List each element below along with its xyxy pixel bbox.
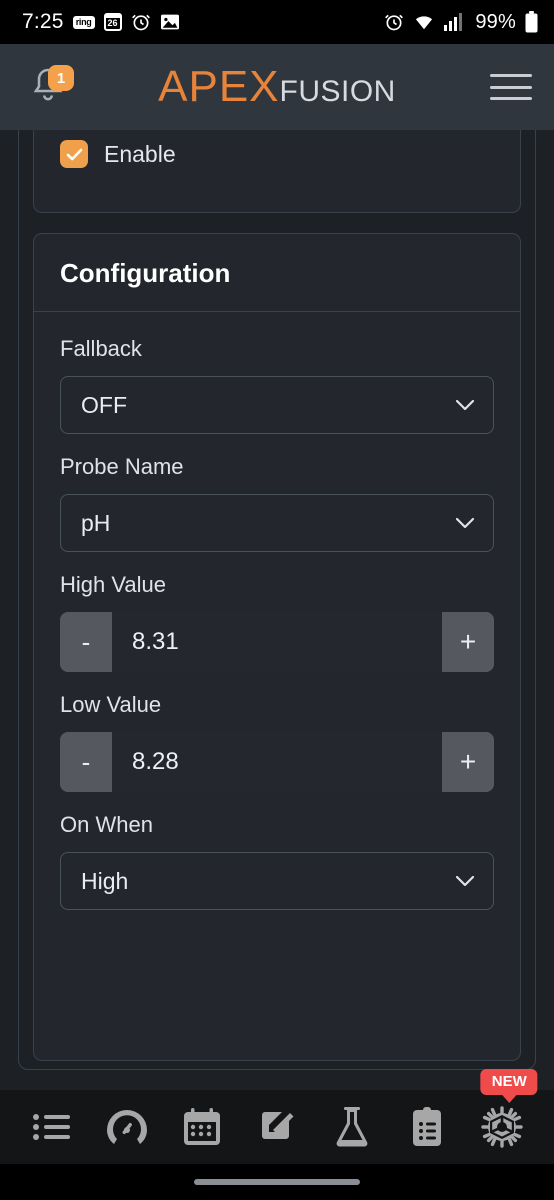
system-status-bar: 7:25 ring 26 99% xyxy=(0,0,554,44)
low-value-decrement-button[interactable]: - xyxy=(60,732,112,792)
dashboard-gauge-icon xyxy=(106,1110,147,1144)
high-value-decrement-button[interactable]: - xyxy=(60,612,112,672)
settings-panel: Enable Configuration Fallback OFF Probe … xyxy=(18,130,536,1070)
battery-full-icon xyxy=(525,11,538,33)
tab-calendar[interactable] xyxy=(173,1101,231,1153)
tab-lab[interactable] xyxy=(323,1101,381,1153)
wifi-icon xyxy=(416,16,433,30)
enable-label: Enable xyxy=(104,140,176,167)
brand-name-primary: APEX xyxy=(158,62,280,111)
field-high-value: High Value - 8.31 + xyxy=(60,572,494,672)
on-when-value: High xyxy=(81,867,129,894)
alarm-clock-icon xyxy=(131,14,150,31)
tab-list[interactable] xyxy=(23,1101,81,1153)
status-bar-left: 7:25 ring 26 xyxy=(22,10,180,34)
low-value-label: Low Value xyxy=(60,692,162,717)
list-icon xyxy=(32,1114,70,1140)
status-bar-clock: 7:25 xyxy=(22,10,64,33)
gear-icon xyxy=(481,1106,524,1148)
calendar-icon: 26 xyxy=(103,13,122,31)
brand-name-secondary: FUSION xyxy=(279,75,396,108)
battery-percentage: 99% xyxy=(475,10,516,33)
low-value-increment-button[interactable]: + xyxy=(442,732,494,792)
field-low-value: Low Value - 8.28 + xyxy=(60,692,494,792)
notifications-button[interactable]: 1 xyxy=(30,65,74,109)
enable-card: Enable xyxy=(33,130,521,213)
enable-checkbox[interactable] xyxy=(60,140,88,168)
on-when-label: On When xyxy=(60,812,153,837)
app-header: 1 APEX FUSION xyxy=(0,44,554,130)
flask-icon xyxy=(336,1107,368,1147)
alarm-clock-icon xyxy=(385,14,404,31)
tab-edit[interactable] xyxy=(248,1101,306,1153)
fallback-label: Fallback xyxy=(60,336,142,361)
high-value-label: High Value xyxy=(60,572,166,597)
calendar-icon xyxy=(183,1108,220,1145)
fallback-select[interactable]: OFF xyxy=(60,376,494,434)
brand-logo: APEX FUSION xyxy=(64,65,490,109)
configuration-fields: Fallback OFF Probe Name pH High Value - … xyxy=(34,312,520,910)
fallback-value: OFF xyxy=(81,391,127,418)
new-badge: NEW xyxy=(480,1069,538,1095)
hamburger-menu-icon[interactable] xyxy=(490,70,532,104)
system-gesture-bar xyxy=(0,1164,554,1200)
hamburger-bar xyxy=(490,97,532,100)
tab-settings[interactable]: NEW xyxy=(473,1069,538,1153)
high-value-increment-button[interactable]: + xyxy=(442,612,494,672)
low-value-input[interactable]: 8.28 xyxy=(112,732,442,792)
home-indicator[interactable] xyxy=(194,1179,360,1185)
hamburger-bar xyxy=(490,74,532,77)
edit-pencil-icon xyxy=(261,1112,294,1139)
high-value-stepper[interactable]: - 8.31 + xyxy=(60,612,494,672)
chevron-down-icon xyxy=(455,517,475,529)
checkmark-icon xyxy=(66,148,82,160)
chevron-down-icon xyxy=(455,399,475,411)
field-fallback: Fallback OFF xyxy=(60,336,494,434)
enable-checkbox-row[interactable]: Enable xyxy=(60,140,520,168)
probe-name-value: pH xyxy=(81,509,111,536)
low-value-stepper[interactable]: - 8.28 + xyxy=(60,732,494,792)
chevron-down-icon xyxy=(455,875,475,887)
image-icon xyxy=(160,14,179,30)
field-on-when: On When High xyxy=(60,812,494,910)
configuration-title: Configuration xyxy=(34,234,520,312)
tab-tasks[interactable] xyxy=(398,1101,456,1153)
ring-icon: ring xyxy=(72,15,95,29)
hamburger-bar xyxy=(490,85,532,89)
clipboard-icon xyxy=(413,1107,442,1146)
field-probe-name: Probe Name pH xyxy=(60,454,494,552)
status-bar-right: 99% xyxy=(384,11,538,34)
app-root: 7:25 ring 26 99% 1 APEX FUSION Enable Co… xyxy=(0,0,554,1200)
high-value-input[interactable]: 8.31 xyxy=(112,612,442,672)
bottom-navigation-bar: NEW xyxy=(0,1069,554,1164)
notification-badge: 1 xyxy=(48,65,74,91)
on-when-select[interactable]: High xyxy=(60,852,494,910)
tab-dashboard[interactable] xyxy=(98,1101,156,1153)
probe-name-select[interactable]: pH xyxy=(60,494,494,552)
configuration-card: Configuration Fallback OFF Probe Name pH… xyxy=(33,233,521,1061)
probe-name-label: Probe Name xyxy=(60,454,184,479)
cellular-signal-icon xyxy=(444,13,463,31)
scroll-content[interactable]: Enable Configuration Fallback OFF Probe … xyxy=(0,130,554,1090)
